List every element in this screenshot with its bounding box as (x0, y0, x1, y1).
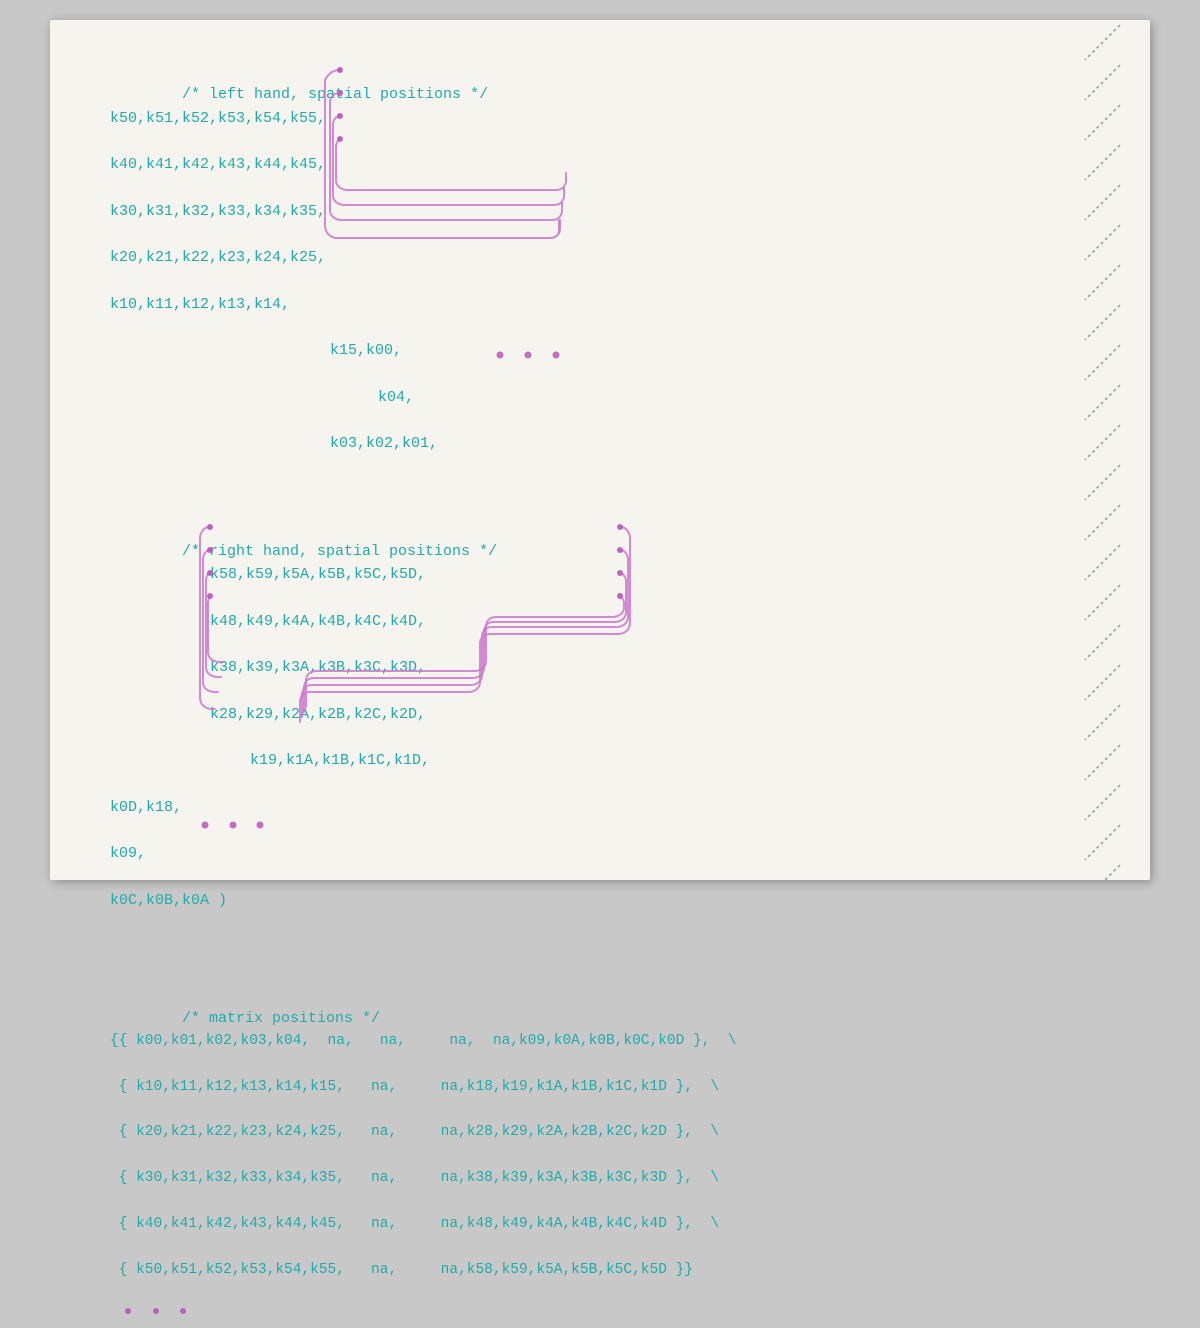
lh-line-4: k20,k21,k22,k23,k24,k25, (110, 246, 1080, 269)
matrix-line-6: { k50,k51,k52,k53,k54,k55, na, na,k58,k5… (110, 1259, 1080, 1281)
rh-line-3: k38,k39,k3A,k3B,k3C,k3D, (110, 656, 1080, 679)
matrix-line-4: { k30,k31,k32,k33,k34,k35, na, na,k38,k3… (110, 1167, 1080, 1189)
main-content: /* left hand, spatial positions */ k50,k… (110, 40, 1080, 860)
left-hand-code: /* left hand, spatial positions */ k50,k… (110, 60, 1080, 502)
right-hand-section: /* right hand, spatial positions */ k58,… (110, 517, 1080, 959)
matrix-line-1: {{ k00,k01,k02,k03,k04, na, na, na, na,k… (110, 1030, 1080, 1052)
matrix-line-5: { k40,k41,k42,k43,k44,k45, na, na,k48,k4… (110, 1213, 1080, 1235)
lh-line-2: k40,k41,k42,k43,k44,k45, (110, 153, 1080, 176)
left-hand-section: /* left hand, spatial positions */ k50,k… (110, 60, 1080, 502)
right-hand-code: /* right hand, spatial positions */ k58,… (110, 517, 1080, 959)
lh-line-1: k50,k51,k52,k53,k54,k55, (110, 107, 1080, 130)
right-hand-comment: /* right hand, spatial positions */ (182, 543, 497, 560)
matrix-line-3: { k20,k21,k22,k23,k24,k25, na, na,k28,k2… (110, 1121, 1080, 1143)
matrix-code: /* matrix positions */ {{ k00,k01,k02,k0… (110, 984, 1080, 1328)
rh-line-1: k58,k59,k5A,k5B,k5C,k5D, (110, 563, 1080, 586)
left-hand-comment: /* left hand, spatial positions */ (182, 86, 488, 103)
matrix-comment: /* matrix positions */ (182, 1010, 380, 1027)
lh-line-8: k03,k02,k01, (110, 432, 1080, 455)
lh-line-6: k15,k00, (110, 339, 1080, 362)
rh-line-6: k0D,k18, (110, 796, 1080, 819)
page: /* left hand, spatial positions */ k50,k… (50, 20, 1150, 880)
lh-line-3: k30,k31,k32,k33,k34,k35, (110, 200, 1080, 223)
lh-line-5: k10,k11,k12,k13,k14, (110, 293, 1080, 316)
rh-line-7: k09, (110, 842, 1080, 865)
matrix-line-2: { k10,k11,k12,k13,k14,k15, na, na,k18,k1… (110, 1076, 1080, 1098)
rh-line-2: k48,k49,k4A,k4B,k4C,k4D, (110, 610, 1080, 633)
rh-line-8: k0C,k0B,k0A ) (110, 889, 1080, 912)
lh-line-7: k04, (110, 386, 1080, 409)
rh-line-4: k28,k29,k2A,k2B,k2C,k2D, (110, 703, 1080, 726)
matrix-section: /* matrix positions */ {{ k00,k01,k02,k0… (110, 984, 1080, 1328)
rh-line-5: k19,k1A,k1B,k1C,k1D, (110, 749, 1080, 772)
margin-dashes (1080, 20, 1150, 880)
